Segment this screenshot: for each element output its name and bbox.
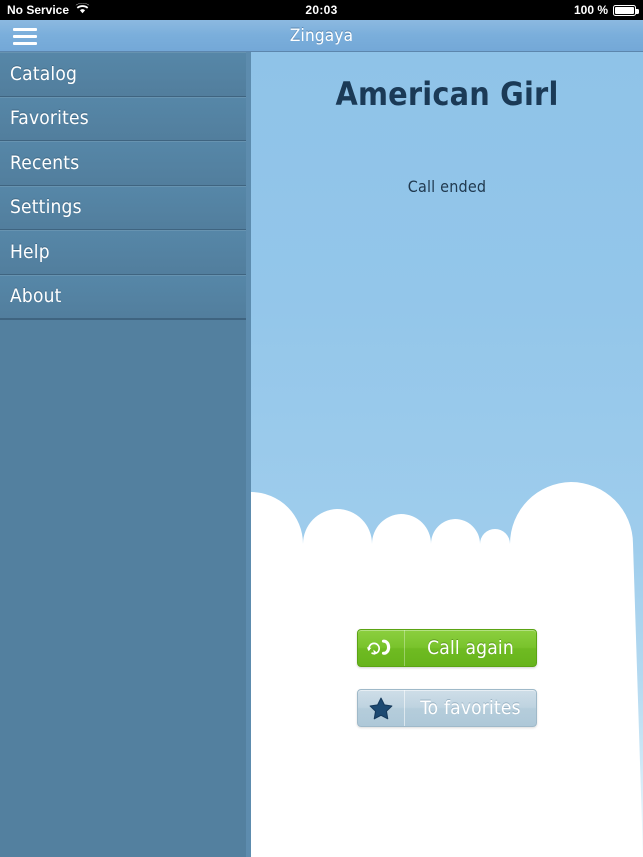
sidebar-item-label: Catalog [10,62,78,85]
sidebar-item-label: Recents [10,151,80,174]
star-icon [358,690,405,726]
sidebar-menu-divider [0,319,246,320]
sidebar-item-label: Help [10,240,50,263]
sidebar-item-label: Favorites [10,107,89,130]
call-again-label: Call again [427,637,514,659]
status-bar-clock: 20:03 [0,0,643,20]
sidebar-item-favorites[interactable]: Favorites [0,96,246,141]
to-favorites-button[interactable]: To favorites [357,689,537,727]
sidebar-item-help[interactable]: Help [0,230,246,275]
sidebar-item-label: About [10,285,62,308]
call-actions: Call again To favorites [251,629,643,727]
app-title: Zingaya [0,20,643,52]
sidebar-item-about[interactable]: About [0,274,246,319]
call-status-label: Call ended [407,177,487,196]
battery-fill [615,6,634,14]
callee-name: American Girl [335,75,559,113]
app-root: No Service 20:03 100 % Zingaya Catalog F… [0,0,643,857]
status-bar: No Service 20:03 100 % [0,0,643,20]
sidebar-menu: Catalog Favorites Recents Settings Help … [0,52,246,319]
sidebar-item-label: Settings [10,196,82,219]
status-bar-right: 100 % [573,0,639,20]
battery-full-icon [613,4,639,16]
sidebar-item-recents[interactable]: Recents [0,141,246,186]
call-again-button[interactable]: Call again [357,629,537,667]
sidebar-item-settings[interactable]: Settings [0,185,246,230]
sidebar: Catalog Favorites Recents Settings Help … [0,52,251,857]
clock-label: 20:03 [305,3,338,17]
battery-percent-label: 100 % [573,3,608,17]
redial-phone-icon [358,630,405,666]
call-panel: American Girl Call ended Call again To f… [251,52,643,857]
sidebar-item-catalog[interactable]: Catalog [0,52,246,97]
app-title-label: Zingaya [289,26,354,46]
sidebar-panel: Catalog Favorites Recents Settings Help … [0,52,246,857]
navigation-bar: Zingaya [0,20,643,52]
to-favorites-label: To favorites [420,697,521,719]
